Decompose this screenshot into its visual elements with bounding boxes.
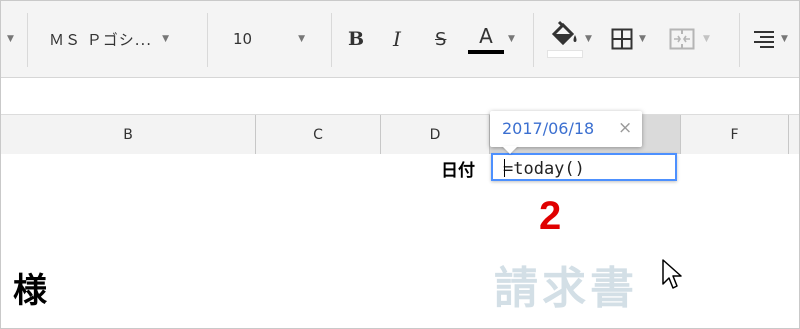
toolbar: ▼ ＭＳ Ｐゴシ... ▼ 10 ▼ B I S A ▼ ▼ ▼ ▼ ▼ [1,1,799,78]
italic-icon: I [393,27,401,51]
spreadsheet-window: ▼ ＭＳ Ｐゴシ... ▼ 10 ▼ B I S A ▼ ▼ ▼ ▼ ▼ B C… [0,0,800,329]
font-size-label: 10 [233,30,253,48]
sheet-grid[interactable] [1,154,799,328]
font-size-dropdown[interactable]: 10 ▼ [233,1,305,77]
fill-color-swatch [547,50,583,58]
strikethrough-icon: S [435,28,447,50]
cell-formula-text: =today() [503,159,585,179]
toolbar-divider [27,13,28,67]
column-header-d[interactable]: D [381,115,490,154]
text-cursor [504,159,505,177]
italic-button[interactable]: I [393,1,401,77]
active-cell-editor[interactable]: =today() [491,153,677,181]
fill-color-button[interactable]: ▼ [547,1,592,77]
chevron-down-icon: ▼ [585,34,592,44]
strikethrough-button[interactable]: S [435,1,446,77]
close-icon[interactable]: × [618,118,632,138]
column-header-label: B [123,126,133,143]
toolbar-divider [739,13,740,67]
toolbar-left-dropdown[interactable]: ▼ [7,1,14,77]
font-family-label: ＭＳ Ｐゴシ... [49,30,153,49]
merge-cells-button[interactable]: ▼ [669,1,710,77]
toolbar-divider [533,13,534,67]
text-color-button[interactable]: A ▼ [468,1,515,77]
column-header-label: C [313,126,323,143]
mouse-pointer-icon [662,259,682,289]
text-color-swatch [468,50,504,54]
chevron-down-icon: ▼ [508,34,515,44]
text-color-letter: A [479,24,493,48]
tooltip-pointer [502,146,518,154]
horizontal-align-button[interactable]: ▼ [753,1,788,77]
font-family-dropdown[interactable]: ＭＳ Ｐゴシ... ▼ [49,1,169,77]
chevron-down-icon: ▼ [298,34,306,44]
column-header-row: B C D E F [1,114,799,155]
toolbar-divider [207,13,208,67]
formula-result-tooltip: 2017/06/18 × [490,111,642,154]
borders-button[interactable]: ▼ [611,1,646,77]
date-label: 日付 [441,161,475,181]
column-header-label: F [730,126,739,143]
bold-icon: B [348,28,365,50]
formula-result-value: 2017/06/18 [502,119,595,138]
honorific-text: 様 [13,271,47,311]
merge-cells-icon [669,28,695,50]
invoice-title: 請求書 [494,263,638,314]
formula-bar[interactable] [1,78,799,114]
paint-bucket-icon [547,18,583,60]
bold-button[interactable]: B [348,1,364,77]
align-right-icon [754,31,774,48]
text-color-icon: A [468,24,504,54]
column-header-b[interactable]: B [1,115,256,154]
step-number-annotation: 2 [539,194,562,238]
borders-icon [611,28,633,50]
chevron-down-icon: ▼ [7,34,14,44]
chevron-down-icon: ▼ [703,34,710,44]
chevron-down-icon: ▼ [162,34,169,44]
column-header-c[interactable]: C [256,115,381,154]
toolbar-divider [331,13,332,67]
chevron-down-icon: ▼ [639,34,646,44]
column-header-f[interactable]: F [681,115,789,154]
chevron-down-icon: ▼ [781,34,788,44]
column-header-label: D [429,126,441,143]
